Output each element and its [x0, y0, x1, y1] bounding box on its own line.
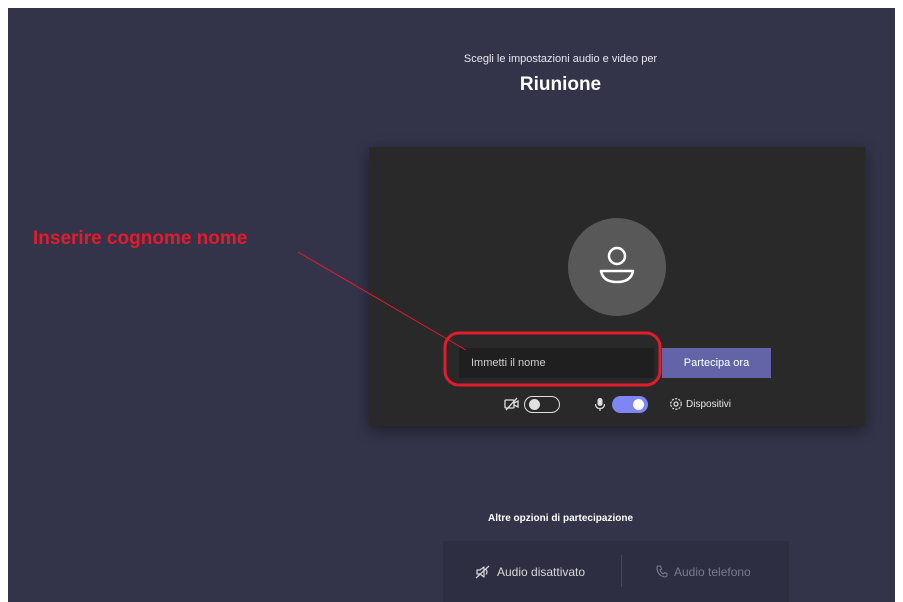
- phone-audio-option[interactable]: Audio telefono: [656, 541, 751, 602]
- other-join-options-bar: Audio disattivato Audio telefono: [443, 541, 789, 602]
- other-join-options-title: Altre opzioni di partecipazione: [487, 513, 633, 524]
- camera-off-icon: [504, 397, 520, 416]
- microphone-toggle[interactable]: [612, 396, 648, 413]
- annotation-label: Inserire cognome nome: [33, 228, 248, 249]
- phone-audio-label: Audio telefono: [674, 564, 751, 579]
- avatar: [568, 218, 666, 316]
- video-preview-panel: Partecipa ora: [369, 147, 865, 426]
- devices-button[interactable]: Dispositivi: [686, 399, 731, 410]
- camera-toggle[interactable]: [524, 396, 560, 413]
- camera-toggle-knob: [529, 398, 540, 410]
- phone-icon: [656, 565, 668, 578]
- audio-off-option[interactable]: Audio disattivato: [475, 541, 585, 602]
- name-input[interactable]: [459, 348, 654, 378]
- microphone-icon: [594, 397, 606, 417]
- join-now-button[interactable]: Partecipa ora: [662, 348, 771, 378]
- audio-off-label: Audio disattivato: [497, 564, 586, 579]
- media-controls: Dispositivi: [369, 395, 865, 415]
- microphone-toggle-knob: [633, 398, 644, 410]
- speaker-off-icon: [475, 565, 490, 578]
- meeting-title: Riunione: [519, 74, 602, 95]
- prejoin-subtitle: Scegli le impostazioni audio e video per: [463, 53, 658, 65]
- options-divider: [621, 555, 622, 587]
- teams-prejoin-screen: Scegli le impostazioni audio e video per…: [8, 8, 895, 602]
- person-icon: [599, 246, 635, 284]
- gear-icon[interactable]: [669, 397, 683, 416]
